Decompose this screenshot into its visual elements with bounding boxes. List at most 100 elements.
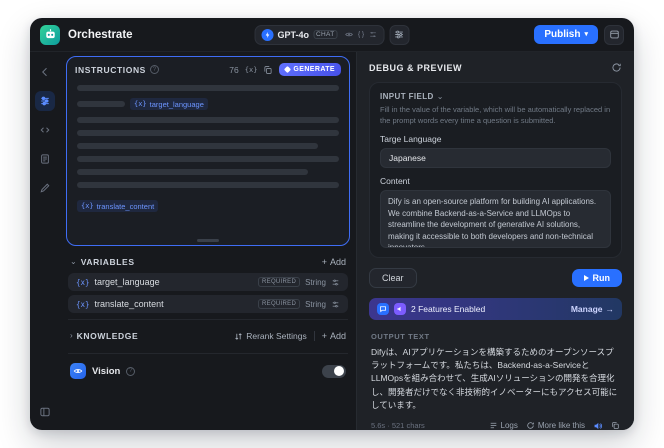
variable-name: target_language [94, 277, 160, 287]
target-language-select[interactable]: Japanese [380, 148, 611, 168]
model-selector[interactable]: GPT-4o CHAT [254, 24, 385, 45]
features-enabled-label: 2 Features Enabled [411, 304, 486, 314]
knowledge-actions: Rerank Settings + Add [234, 331, 346, 341]
nav-logs-button[interactable] [35, 149, 55, 169]
nav-back-button[interactable] [35, 62, 55, 82]
plus-icon: + [321, 331, 327, 341]
target-language-value: Japanese [389, 153, 426, 163]
variable-token-translate-content[interactable]: {x} translate_content [77, 200, 159, 212]
copy-output-button[interactable] [611, 421, 620, 430]
instructions-title: INSTRUCTIONS [75, 64, 146, 75]
target-language-label: Targe Language [380, 134, 442, 144]
skeleton-line [77, 85, 339, 91]
variable-type: String [305, 277, 326, 287]
chat-bubble-icon [377, 303, 389, 315]
play-icon [583, 275, 589, 281]
char-count: 76 [229, 64, 239, 75]
input-field-header[interactable]: INPUT FIELD ⌄ [380, 92, 611, 101]
logs-button[interactable]: Logs [489, 421, 518, 430]
screenshot-stage: Orchestrate GPT-4o CHAT Publish ▾ INSTRU… [0, 0, 664, 448]
required-badge: REQUIRED [258, 277, 301, 287]
input-field-description: Fill in the value of the variable, which… [380, 105, 611, 125]
text-to-speech-button[interactable] [593, 421, 603, 430]
instructions-card[interactable]: INSTRUCTIONS ? 76 {x} GENERATE {x} targe… [66, 56, 350, 246]
token-label: target_language [149, 99, 204, 109]
variable-row-target-language[interactable]: {x} target_language REQUIRED String [68, 273, 348, 291]
debug-preview-panel: DEBUG & PREVIEW INPUT FIELD ⌄ Fill in th… [356, 52, 634, 430]
vision-toggle[interactable] [322, 364, 346, 378]
variable-meta: REQUIRED String [258, 299, 340, 309]
insert-variable-icon[interactable]: {x} [245, 66, 258, 74]
restart-button[interactable] [611, 62, 622, 73]
vision-feature-row: Vision ? [66, 354, 350, 388]
app-window: Orchestrate GPT-4o CHAT Publish ▾ INSTRU… [30, 18, 634, 430]
more-like-this-button[interactable]: More like this [526, 421, 585, 430]
nav-annotation-button[interactable] [35, 178, 55, 198]
debug-title: DEBUG & PREVIEW [369, 62, 463, 73]
collapse-sidebar-button[interactable] [35, 402, 55, 422]
publish-button[interactable]: Publish ▾ [534, 25, 598, 44]
output-stats: 5.6s · 521 chars [371, 421, 425, 430]
variable-token-target-language[interactable]: {x} target_language [130, 98, 208, 110]
output-text-title: OUTPUT TEXT [371, 332, 430, 341]
sparkle-icon [284, 65, 292, 74]
speech-feature-icon [394, 303, 406, 315]
variables-header[interactable]: ⌄ VARIABLES + Add [66, 246, 350, 273]
skeleton-line [77, 156, 339, 162]
model-mode-badge: CHAT [313, 30, 338, 39]
copy-icon[interactable] [263, 65, 273, 75]
app-logo[interactable] [40, 24, 60, 45]
layout-sidebar-icon [40, 407, 50, 417]
clear-label: Clear [382, 273, 404, 283]
features-bar[interactable]: 2 Features Enabled Manage → [369, 298, 622, 320]
variable-settings-icon[interactable] [331, 278, 340, 287]
add-knowledge-button[interactable]: + Add [322, 331, 346, 341]
logs-label: Logs [500, 421, 518, 430]
arrow-right-icon: → [605, 304, 615, 314]
variable-row-translate-content[interactable]: {x} translate_content REQUIRED String [68, 295, 348, 313]
debug-buttons-row: Clear Run [369, 268, 622, 288]
list-icon [490, 423, 496, 429]
skeleton-line [77, 143, 319, 149]
content-textarea[interactable]: Dify is an open-source platform for buil… [380, 190, 611, 248]
skeleton-line [77, 130, 339, 136]
orchestrate-panel: INSTRUCTIONS ? 76 {x} GENERATE {x} targe… [60, 52, 356, 430]
generate-label: GENERATE [293, 66, 335, 73]
content-label: Content [380, 176, 410, 186]
toolbar-extra-button[interactable] [604, 24, 624, 45]
topbar-actions: Publish ▾ [534, 24, 624, 45]
knowledge-title: KNOWLEDGE [76, 331, 139, 341]
left-rail [30, 52, 60, 430]
resize-handle[interactable] [197, 239, 219, 242]
knowledge-header[interactable]: › KNOWLEDGE Rerank Settings + Add [66, 320, 350, 347]
code-icon [40, 127, 50, 133]
generate-button[interactable]: GENERATE [279, 63, 341, 76]
variable-type: String [305, 299, 326, 309]
model-provider-icon [261, 28, 274, 41]
skeleton-line [77, 182, 339, 188]
chevron-expand-icon: ⌄ [436, 91, 444, 101]
variable-settings-icon[interactable] [331, 300, 340, 309]
vision-label: Vision [92, 365, 121, 377]
robot-icon [45, 29, 55, 39]
input-field-title: INPUT FIELD [380, 92, 434, 101]
clear-button[interactable]: Clear [369, 268, 417, 288]
rerank-settings-button[interactable]: Rerank Settings [234, 331, 307, 341]
nav-orchestrate-button[interactable] [35, 91, 55, 111]
instructions-header: INSTRUCTIONS ? 76 {x} GENERATE [67, 57, 349, 81]
page-title: Orchestrate [68, 28, 133, 41]
sort-icon [235, 332, 242, 340]
skeleton-line [77, 117, 339, 123]
model-settings-button[interactable] [389, 24, 410, 45]
nav-api-button[interactable] [35, 120, 55, 140]
run-button[interactable]: Run [571, 269, 622, 287]
add-variable-button[interactable]: + Add [322, 257, 346, 267]
content-value: Dify is an open-source platform for buil… [388, 197, 597, 248]
model-capability-icons [344, 30, 377, 39]
sliders-icon [395, 30, 404, 39]
output-footer: 5.6s · 521 chars Logs More like this [371, 421, 620, 430]
debug-header: DEBUG & PREVIEW [357, 52, 634, 82]
rerank-settings-label: Rerank Settings [246, 331, 307, 341]
retry-icon [527, 422, 534, 430]
manage-features-button[interactable]: Manage → [571, 304, 614, 314]
